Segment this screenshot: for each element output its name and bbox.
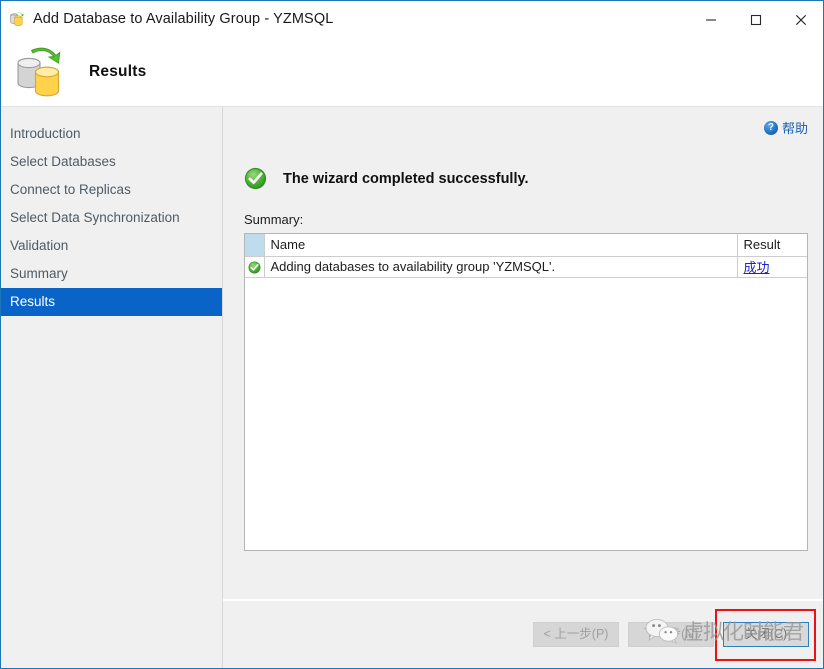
help-link[interactable]: ? 帮助 <box>764 118 808 137</box>
row-result-cell: 成功 <box>737 256 807 277</box>
wizard-window: Add Database to Availability Group - YZM… <box>0 0 824 669</box>
maximize-icon[interactable] <box>733 1 778 38</box>
sidebar-item-label: Select Data Synchronization <box>10 210 180 225</box>
footer-button-bar: < 上一步(P) 下一步(N) 关闭(C) <box>223 599 823 668</box>
help-row: ? 帮助 <box>236 107 810 137</box>
content-pane: ? 帮助 <box>223 107 823 599</box>
column-header-status[interactable] <box>245 234 264 256</box>
sidebar-item-summary[interactable]: Summary <box>1 260 222 288</box>
sidebar-item-introduction[interactable]: Introduction <box>1 120 222 148</box>
help-circle-icon: ? <box>764 121 778 135</box>
page-title: Results <box>89 63 146 81</box>
close-button-wrapper: 关闭(C) <box>723 622 809 647</box>
result-link[interactable]: 成功 <box>744 260 770 275</box>
status-row: The wizard completed successfully. <box>236 167 810 190</box>
table-header-row: Name Result <box>245 234 807 256</box>
page-banner: Results <box>1 37 823 106</box>
sidebar-item-label: Introduction <box>10 126 81 141</box>
wizard-step-list: Introduction Select Databases Connect to… <box>1 106 223 668</box>
sidebar-item-label: Results <box>10 294 55 309</box>
sidebar-item-select-databases[interactable]: Select Databases <box>1 148 222 176</box>
database-sync-icon <box>11 43 69 101</box>
minimize-icon[interactable] <box>688 1 733 38</box>
summary-list-box[interactable]: Name Result <box>244 233 808 551</box>
sidebar-item-results[interactable]: Results <box>1 288 222 316</box>
next-button[interactable]: 下一步(N) <box>628 622 714 647</box>
status-message: The wizard completed successfully. <box>283 171 529 187</box>
table-row[interactable]: Adding databases to availability group '… <box>245 256 807 277</box>
window-title: Add Database to Availability Group - YZM… <box>33 11 333 27</box>
column-header-name[interactable]: Name <box>264 234 737 256</box>
close-icon[interactable] <box>778 1 823 38</box>
back-button[interactable]: < 上一步(P) <box>533 622 619 647</box>
success-check-icon <box>244 167 267 190</box>
summary-table: Name Result <box>245 234 807 278</box>
row-name-cell: Adding databases to availability group '… <box>264 256 737 277</box>
close-button[interactable]: 关闭(C) <box>723 622 809 647</box>
sidebar-item-select-data-synchronization[interactable]: Select Data Synchronization <box>1 204 222 232</box>
sidebar-item-label: Select Databases <box>10 154 116 169</box>
sidebar-item-validation[interactable]: Validation <box>1 232 222 260</box>
window-controls <box>688 1 823 38</box>
sidebar-item-label: Summary <box>10 266 68 281</box>
sidebar-item-label: Connect to Replicas <box>10 182 131 197</box>
title-bar: Add Database to Availability Group - YZM… <box>1 0 823 37</box>
success-check-icon <box>248 261 261 274</box>
column-header-result[interactable]: Result <box>737 234 807 256</box>
database-group-icon <box>9 11 25 27</box>
summary-label: Summary: <box>236 212 810 227</box>
content-column: ? 帮助 <box>223 106 823 668</box>
body: Introduction Select Databases Connect to… <box>1 106 823 668</box>
row-status-cell <box>245 256 264 277</box>
sidebar-item-connect-to-replicas[interactable]: Connect to Replicas <box>1 176 222 204</box>
help-label: 帮助 <box>782 118 808 137</box>
sidebar-item-label: Validation <box>10 238 68 253</box>
